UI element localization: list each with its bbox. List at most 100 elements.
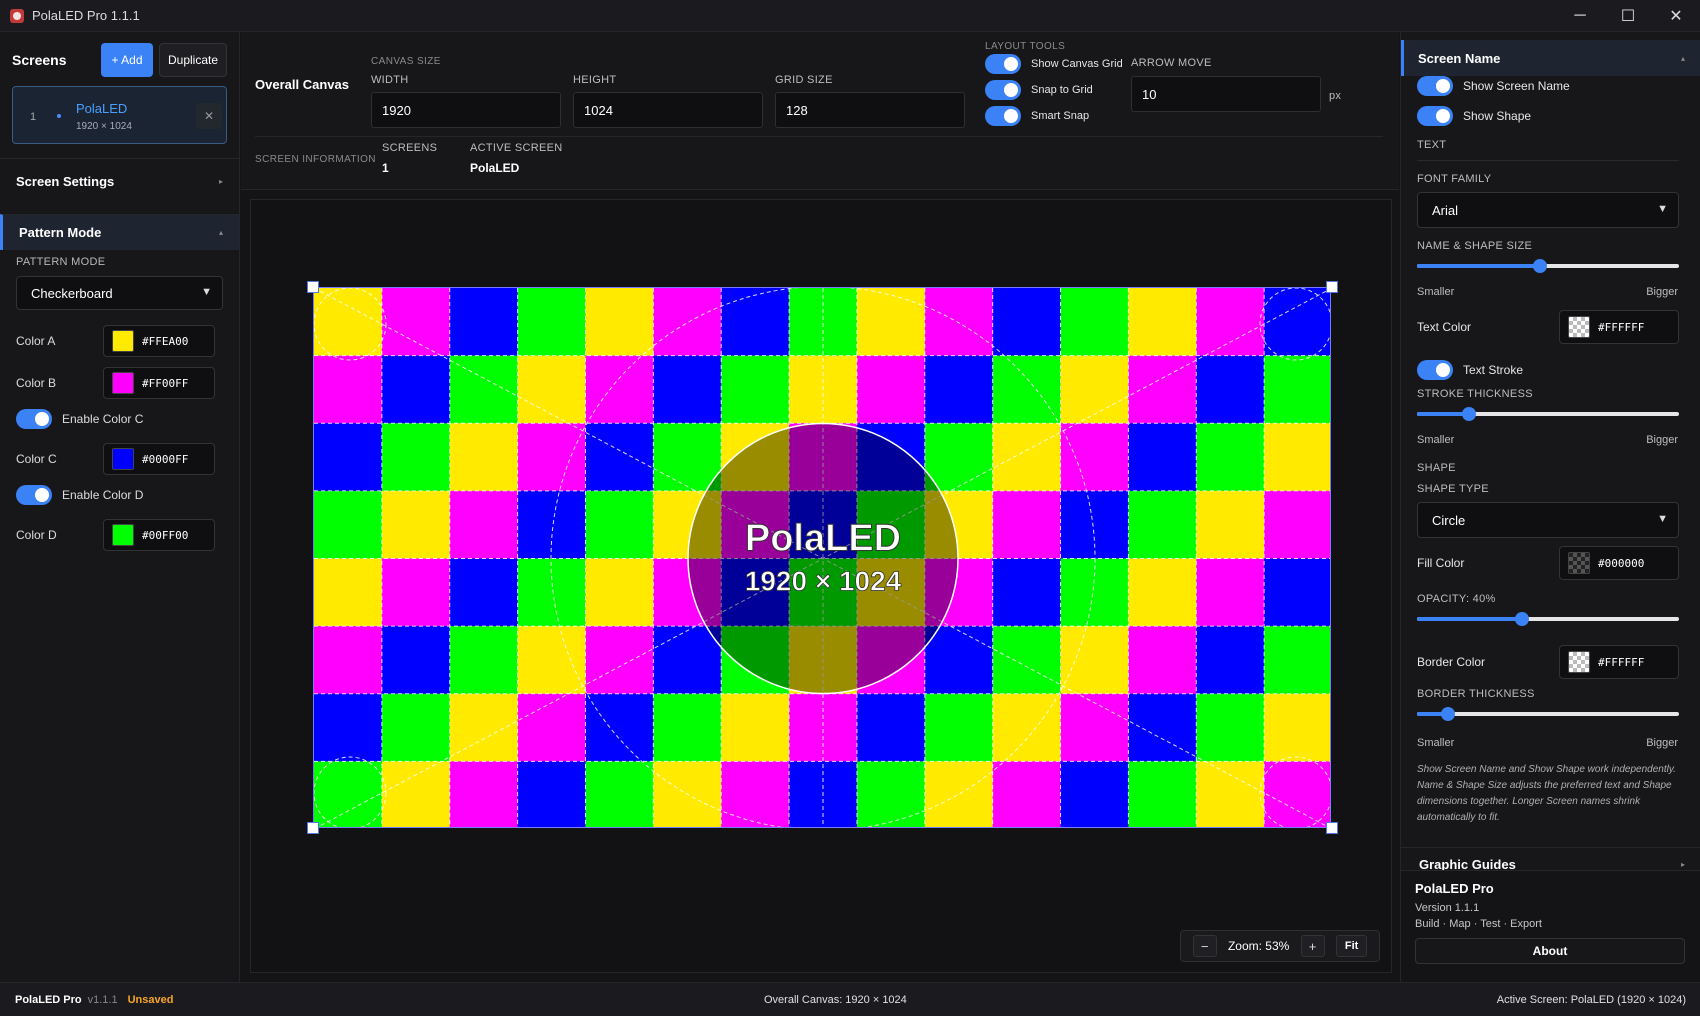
pattern-cell	[381, 490, 451, 559]
shape-type-select[interactable]: Circle ▼	[1417, 502, 1679, 538]
opacity-slider[interactable]	[1417, 612, 1679, 626]
screen-list-item[interactable]: 1 PolaLED 1920 × 1024 ✕	[12, 86, 227, 144]
stroke-thickness-slider[interactable]	[1417, 407, 1679, 421]
duplicate-screen-button[interactable]: Duplicate	[159, 43, 227, 77]
pattern-cell	[1128, 423, 1197, 492]
name-shape-size-label: NAME & SHAPE SIZE	[1417, 240, 1533, 252]
resize-handle-top-left[interactable]	[307, 281, 319, 293]
screen-size-label: 1920 × 1024	[745, 566, 902, 597]
pattern-cell	[381, 288, 451, 357]
pattern-cell	[381, 558, 451, 627]
text-color-swatch	[1568, 316, 1590, 338]
color-a-picker[interactable]: #FFEA00	[103, 325, 215, 357]
pattern-cell	[1060, 626, 1129, 695]
screens-count-value: 1	[382, 161, 389, 175]
pattern-mode-select[interactable]: Checkerboard ▼	[16, 276, 223, 310]
show-screen-name-label: Show Screen Name	[1463, 79, 1570, 93]
color-b-picker[interactable]: #FF00FF	[103, 367, 215, 399]
pattern-cell	[1060, 693, 1129, 762]
smart-snap-toggle[interactable]	[985, 106, 1021, 126]
height-input[interactable]: 1024	[573, 92, 763, 128]
enable-color-d-row: Enable Color D	[0, 480, 239, 510]
close-window-button[interactable]: ✕	[1652, 0, 1700, 32]
border-color-picker[interactable]: #FFFFFF	[1559, 645, 1679, 679]
remove-screen-icon[interactable]: ✕	[196, 103, 222, 129]
pattern-mode-label: Pattern Mode	[19, 225, 102, 240]
border-color-label: Border Color	[1417, 655, 1486, 669]
show-screen-name-toggle[interactable]	[1417, 76, 1453, 96]
font-family-select[interactable]: Arial ▼	[1417, 192, 1679, 228]
zoom-in-button[interactable]: +	[1300, 935, 1325, 957]
screen-settings-section[interactable]: Screen Settings ▸	[0, 158, 239, 204]
enable-color-c-toggle[interactable]	[16, 409, 52, 429]
status-canvas-size: Overall Canvas: 1920 × 1024	[764, 993, 907, 1006]
about-block: PolaLED Pro Version 1.1.1 Build · Map · …	[1401, 870, 1700, 982]
text-stroke-toggle[interactable]	[1417, 360, 1453, 380]
pattern-cell	[1128, 490, 1197, 559]
grid-size-input[interactable]: 128	[775, 92, 965, 128]
screens-count-label: SCREENS	[382, 142, 438, 154]
right-panel: Screen Name ▴ Show Screen Name Show Shap…	[1400, 32, 1700, 982]
status-bar: PolaLED Pro v1.1.1 Unsaved Overall Canvas:…	[0, 982, 1700, 1016]
chevron-right-icon: ▸	[1680, 860, 1685, 869]
screen-name-section[interactable]: Screen Name ▴	[1401, 40, 1700, 76]
zoom-out-button[interactable]: −	[1192, 935, 1217, 957]
pattern-cell	[517, 558, 586, 627]
pattern-cell	[585, 761, 654, 827]
snap-to-grid-toggle[interactable]	[985, 80, 1021, 100]
minimize-button[interactable]: ─	[1556, 0, 1604, 32]
enable-color-d-toggle[interactable]	[16, 485, 52, 505]
color-c-picker[interactable]: #0000FF	[103, 443, 215, 475]
screen-canvas[interactable]: PolaLED 1920 × 1024	[313, 287, 1331, 828]
pattern-cell	[517, 423, 586, 492]
font-family-value: Arial	[1432, 202, 1459, 218]
border-thickness-slider[interactable]	[1417, 707, 1679, 721]
smart-snap-label: Smart Snap	[1031, 110, 1090, 122]
show-canvas-grid-toggle[interactable]	[985, 54, 1021, 74]
stroke-smaller-label: Smaller	[1417, 434, 1455, 446]
pattern-cell	[1060, 761, 1129, 827]
pattern-cell	[585, 355, 654, 424]
pattern-cell	[924, 626, 994, 695]
color-d-hex: #00FF00	[142, 528, 189, 542]
pattern-cell	[653, 288, 722, 357]
fit-button[interactable]: Fit	[1335, 935, 1368, 957]
pattern-cell	[449, 490, 519, 559]
width-input[interactable]: 1920	[371, 92, 561, 128]
fill-color-picker[interactable]: #000000	[1559, 546, 1679, 580]
pattern-cell	[992, 761, 1062, 827]
app-logo-icon	[10, 8, 24, 23]
about-button[interactable]: About	[1415, 938, 1685, 964]
border-color-hex: #FFFFFF	[1598, 655, 1645, 669]
help-note: Show Screen Name and Show Shape work ind…	[1417, 764, 1676, 823]
resize-handle-top-right[interactable]	[1326, 281, 1338, 293]
name-shape-size-slider[interactable]	[1417, 259, 1679, 273]
about-version: Version 1.1.1	[1415, 902, 1480, 914]
maximize-button[interactable]: ☐	[1604, 0, 1652, 32]
shape-type-label: SHAPE TYPE	[1417, 483, 1489, 495]
pattern-mode-section[interactable]: Pattern Mode ▴	[0, 214, 239, 250]
pattern-cell	[1060, 355, 1129, 424]
pattern-mode-sublabel: PATTERN MODE	[16, 256, 106, 268]
show-canvas-grid-row: Show Canvas Grid	[985, 54, 1123, 74]
add-screen-button[interactable]: + Add	[101, 43, 153, 77]
pattern-cell	[992, 355, 1062, 424]
pattern-cell	[1264, 558, 1330, 627]
pattern-cell	[1128, 558, 1197, 627]
pattern-cell	[1264, 423, 1330, 492]
color-d-picker[interactable]: #00FF00	[103, 519, 215, 551]
shape-type-value: Circle	[1432, 512, 1466, 528]
pattern-cell	[1128, 626, 1197, 695]
resize-handle-bottom-left[interactable]	[307, 822, 319, 834]
text-color-row: Text Color #FFFFFF	[1417, 310, 1679, 344]
pattern-cell	[585, 288, 654, 357]
arrow-move-input[interactable]: 10	[1131, 76, 1321, 112]
pattern-cell	[585, 693, 654, 762]
resize-handle-bottom-right[interactable]	[1326, 822, 1338, 834]
text-stroke-toggle-row: Text Stroke	[1417, 360, 1523, 380]
show-shape-toggle[interactable]	[1417, 106, 1453, 126]
pattern-cell	[856, 355, 926, 424]
unsaved-badge: Unsaved	[127, 993, 174, 1006]
pattern-cell	[1196, 490, 1265, 559]
text-color-picker[interactable]: #FFFFFF	[1559, 310, 1679, 344]
